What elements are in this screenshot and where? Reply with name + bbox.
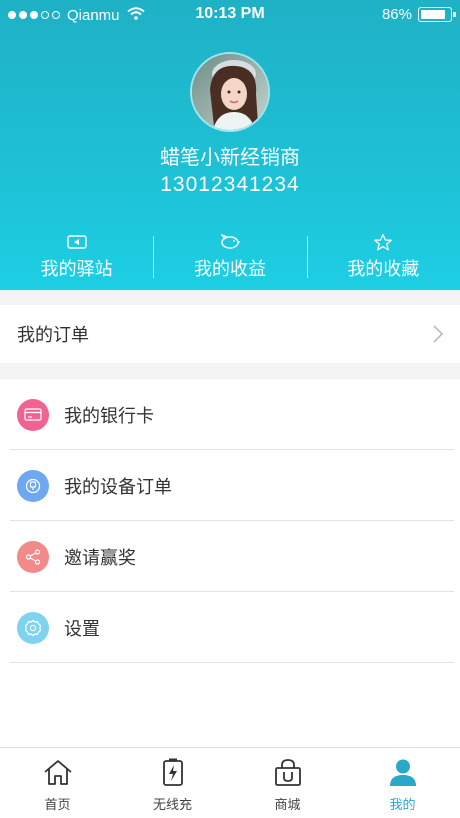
profile-name: 蜡笔小新经销商 — [160, 145, 300, 169]
tab-label: 首页 — [44, 798, 71, 813]
battery-percent: 86% — [381, 6, 412, 23]
tab-wireless-charge[interactable]: 无线充 — [115, 748, 230, 818]
bank-card-icon — [17, 398, 49, 431]
status-right: 86% — [381, 6, 456, 23]
profile-phone: 13012341234 — [160, 173, 300, 196]
status-bar: Qianmu 10:13 PM 86% — [0, 0, 460, 30]
menu-item-label: 我的设备订单 — [64, 476, 172, 498]
station-card-icon — [66, 232, 87, 252]
tab-mine[interactable]: 我的 — [345, 748, 460, 818]
avatar[interactable] — [190, 52, 270, 132]
tab-mall[interactable]: 商城 — [230, 748, 345, 818]
menu-item-invite-rewards[interactable]: 邀请赢奖 — [0, 521, 460, 592]
stat-my-earnings[interactable]: 我的收益 — [153, 232, 306, 282]
shopping-bag-icon — [273, 758, 303, 790]
battery-icon — [418, 7, 456, 22]
profile-header: Qianmu 10:13 PM 86% 蜡笔小新经销商 13012341234 … — [0, 0, 460, 290]
chevron-right-icon — [432, 324, 444, 348]
menu-item-bank-card[interactable]: 我的银行卡 — [0, 379, 460, 450]
stat-label: 我的收益 — [193, 259, 266, 280]
menu-item-settings[interactable]: 设置 — [0, 592, 460, 663]
menu-list: 我的银行卡 我的设备订单 邀请赢奖 设置 — [0, 379, 460, 747]
menu-item-label: 我的银行卡 — [64, 405, 154, 427]
settings-gear-icon — [17, 611, 49, 644]
battery-fill — [421, 10, 446, 19]
tab-label: 无线充 — [152, 798, 192, 813]
home-icon — [42, 758, 74, 790]
my-orders-row[interactable]: 我的订单 — [0, 305, 460, 363]
tab-home[interactable]: 首页 — [0, 748, 115, 818]
menu-item-device-orders[interactable]: 我的设备订单 — [0, 450, 460, 521]
menu-item-label: 设置 — [64, 618, 100, 640]
tab-label: 商城 — [274, 798, 301, 813]
my-orders-label: 我的订单 — [17, 325, 89, 346]
piggy-bank-icon — [219, 232, 241, 252]
star-icon — [373, 232, 393, 252]
tab-bar: 首页 无线充 商城 我的 — [0, 747, 460, 818]
user-icon — [388, 758, 418, 790]
stat-label: 我的驿站 — [40, 259, 113, 280]
stat-my-favorites[interactable]: 我的收藏 — [306, 232, 460, 282]
battery-charge-icon — [161, 758, 185, 790]
share-icon — [17, 540, 49, 573]
plug-icon — [17, 469, 49, 502]
stat-my-station[interactable]: 我的驿站 — [0, 232, 153, 282]
tab-label: 我的 — [389, 798, 416, 813]
stat-label: 我的收藏 — [347, 259, 420, 280]
stats-bar: 我的驿站 我的收益 我的收藏 — [0, 232, 460, 282]
menu-item-label: 邀请赢奖 — [64, 547, 136, 569]
